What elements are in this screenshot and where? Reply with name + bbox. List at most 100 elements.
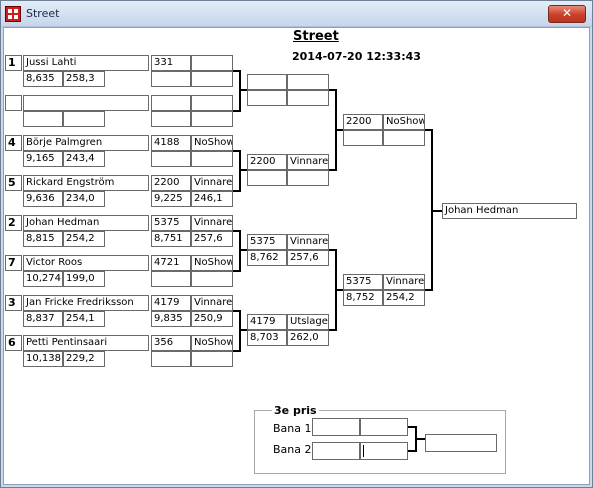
result-number-field[interactable]: 4721 <box>151 255 191 271</box>
qf-status-field[interactable]: Vinnare <box>287 154 329 170</box>
qf-time-field[interactable]: 8,762 <box>247 250 287 266</box>
result-time-field[interactable] <box>151 111 191 127</box>
lane-2-status-field[interactable] <box>360 442 408 460</box>
result-time-field[interactable] <box>151 71 191 87</box>
competitor-speed-field[interactable]: 229,2 <box>63 351 105 367</box>
event-datetime: 2014-07-20 12:33:43 <box>292 50 421 63</box>
qf-time-field[interactable]: 8,703 <box>247 330 287 346</box>
competitor-time-field[interactable] <box>23 111 63 127</box>
lane-1-label: Bana 1 <box>273 422 312 435</box>
qf-number-field[interactable]: 4179 <box>247 314 287 330</box>
competitor-name-field[interactable]: Victor Roos <box>23 255 149 271</box>
competitor-name-field[interactable]: Johan Hedman <box>23 215 149 231</box>
bracket-connector <box>239 89 247 91</box>
result-speed-field[interactable] <box>191 151 233 167</box>
qf-status-field[interactable]: Vinnare <box>287 234 329 250</box>
competitor-speed-field[interactable] <box>63 111 105 127</box>
bracket-connector <box>239 169 247 171</box>
competitor-time-field[interactable]: 8,815 <box>23 231 63 247</box>
close-button[interactable]: ✕ <box>548 5 586 23</box>
bracket-connector <box>239 249 247 251</box>
sf-time-field[interactable] <box>343 130 383 146</box>
lane-1-status-field[interactable] <box>360 418 408 436</box>
result-number-field[interactable]: 4179 <box>151 295 191 311</box>
qf-number-field[interactable] <box>247 74 287 90</box>
qf-speed-field[interactable] <box>287 170 329 186</box>
sf-status-field[interactable]: Vinnare <box>383 274 425 290</box>
bracket-connector <box>239 310 241 352</box>
result-status-field[interactable] <box>191 95 233 111</box>
result-speed-field[interactable]: 250,9 <box>191 311 233 327</box>
competitor-speed-field[interactable]: 258,3 <box>63 71 105 87</box>
result-number-field[interactable]: 331 <box>151 55 191 71</box>
competitor-time-field[interactable]: 10,274 <box>23 271 63 287</box>
result-time-field[interactable] <box>151 271 191 287</box>
result-time-field[interactable] <box>151 151 191 167</box>
title-bar[interactable]: Street ✕ <box>1 1 592 27</box>
seed-number: 3 <box>5 295 22 311</box>
result-status-field[interactable]: NoShow <box>191 335 233 351</box>
competitor-time-field[interactable]: 10,138 <box>23 351 63 367</box>
competitor-name-field[interactable]: Rickard Engström <box>23 175 149 191</box>
result-status-field[interactable]: Vinnare <box>191 215 233 231</box>
competitor-time-field[interactable]: 9,165 <box>23 151 63 167</box>
sf-speed-field[interactable] <box>383 130 425 146</box>
competitor-speed-field[interactable]: 254,2 <box>63 231 105 247</box>
sf-time-field[interactable]: 8,752 <box>343 290 383 306</box>
competitor-name-field[interactable]: Jan Fricke Fredriksson <box>23 295 149 311</box>
final-winner-field[interactable]: Johan Hedman <box>442 203 577 219</box>
sf-speed-field[interactable]: 254,2 <box>383 290 425 306</box>
competitor-name-field[interactable]: Börje Palmgren <box>23 135 149 151</box>
result-status-field[interactable]: NoShow <box>191 135 233 151</box>
result-number-field[interactable]: 4188 <box>151 135 191 151</box>
competitor-name-field[interactable]: Jussi Lahti <box>23 55 149 71</box>
result-number-field[interactable]: 356 <box>151 335 191 351</box>
result-number-field[interactable] <box>151 95 191 111</box>
result-time-field[interactable]: 9,225 <box>151 191 191 207</box>
competitor-name-field[interactable]: Petti Pentinsaari <box>23 335 149 351</box>
sf-number-field[interactable]: 5375 <box>343 274 383 290</box>
competitor-speed-field[interactable]: 254,1 <box>63 311 105 327</box>
result-time-field[interactable] <box>151 351 191 367</box>
bracket-panel: Street 2014-07-20 12:33:43 1 Jussi Lahti 8… <box>3 27 590 485</box>
qf-time-field[interactable] <box>247 170 287 186</box>
result-speed-field[interactable]: 246,1 <box>191 191 233 207</box>
competitor-speed-field[interactable]: 243,4 <box>63 151 105 167</box>
qf-speed-field[interactable]: 257,6 <box>287 250 329 266</box>
result-speed-field[interactable] <box>191 111 233 127</box>
competitor-name-field[interactable] <box>23 95 149 111</box>
qf-number-field[interactable]: 5375 <box>247 234 287 250</box>
bracket-connector <box>239 230 241 272</box>
qf-time-field[interactable] <box>247 90 287 106</box>
result-status-field[interactable]: Vinnare <box>191 175 233 191</box>
result-speed-field[interactable] <box>191 71 233 87</box>
lane-1-number-field[interactable] <box>312 418 360 436</box>
result-number-field[interactable]: 5375 <box>151 215 191 231</box>
result-speed-field[interactable] <box>191 351 233 367</box>
qf-speed-field[interactable] <box>287 90 329 106</box>
competitor-time-field[interactable]: 8,837 <box>23 311 63 327</box>
qf-status-field[interactable] <box>287 74 329 90</box>
result-time-field[interactable]: 8,751 <box>151 231 191 247</box>
qf-status-field[interactable]: Utslagen <box>287 314 329 330</box>
result-speed-field[interactable]: 257,6 <box>191 231 233 247</box>
competitor-speed-field[interactable]: 199,0 <box>63 271 105 287</box>
result-time-field[interactable]: 9,835 <box>151 311 191 327</box>
result-status-field[interactable]: Vinnare <box>191 295 233 311</box>
competitor-speed-field[interactable]: 234,0 <box>63 191 105 207</box>
result-status-field[interactable] <box>191 55 233 71</box>
qf-speed-field[interactable]: 262,0 <box>287 330 329 346</box>
window-title: Street <box>26 7 60 20</box>
sf-number-field[interactable]: 2200 <box>343 114 383 130</box>
seed-number: 7 <box>5 255 22 271</box>
competitor-time-field[interactable]: 8,635 <box>23 71 63 87</box>
lane-2-number-field[interactable] <box>312 442 360 460</box>
sf-status-field[interactable]: NoShow <box>383 114 425 130</box>
connector <box>415 438 425 440</box>
result-status-field[interactable]: NoShow <box>191 255 233 271</box>
result-number-field[interactable]: 2200 <box>151 175 191 191</box>
third-place-result-field[interactable] <box>425 434 497 452</box>
competitor-time-field[interactable]: 9,636 <box>23 191 63 207</box>
result-speed-field[interactable] <box>191 271 233 287</box>
qf-number-field[interactable]: 2200 <box>247 154 287 170</box>
